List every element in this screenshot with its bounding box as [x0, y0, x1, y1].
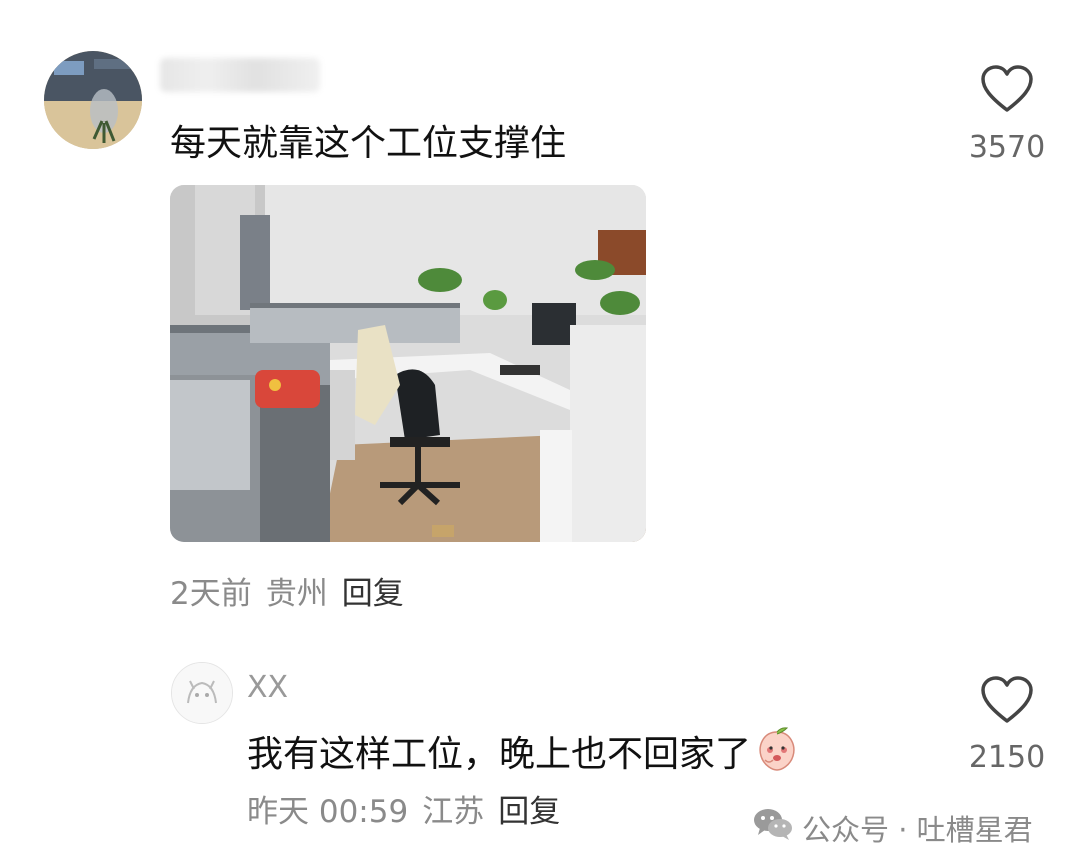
reply-button[interactable]: 回复 [498, 794, 560, 830]
like-count: 2150 [968, 740, 1046, 775]
username-blurred [160, 58, 320, 92]
wechat-icon [752, 806, 794, 849]
comment-text: 我有这样工位，晚上也不回家了 [247, 733, 752, 775]
comment-text: 每天就靠这个工位支撑住 [170, 123, 567, 164]
office-cubicle-photo[interactable] [170, 185, 646, 542]
heart-icon [981, 676, 1033, 723]
comment-meta: 昨天 00:59 江苏 回复 [247, 793, 574, 831]
avatar[interactable] [44, 51, 142, 149]
watermark-text: 公众号 · 吐槽星君 [802, 812, 1033, 847]
comment-time: 2天前 [170, 576, 252, 612]
comment-meta: 2天前 贵州 回复 [170, 575, 418, 613]
watermark: 公众号 · 吐槽星君 [752, 806, 1033, 849]
reply-button[interactable]: 回复 [342, 576, 404, 612]
like-button[interactable] [980, 64, 1034, 114]
comment-time: 昨天 00:59 [247, 794, 409, 830]
heart-icon [981, 65, 1033, 112]
comment-location: 江苏 [422, 794, 485, 830]
like-button[interactable] [980, 675, 1034, 725]
avatar[interactable] [171, 662, 233, 724]
reply-comment: 我有这样工位，晚上也不回家了 [247, 726, 799, 783]
like-count: 3570 [968, 130, 1046, 165]
comment-location: 贵州 [265, 576, 328, 612]
peach-emoji-icon [755, 726, 799, 783]
username[interactable]: XX [247, 670, 288, 705]
